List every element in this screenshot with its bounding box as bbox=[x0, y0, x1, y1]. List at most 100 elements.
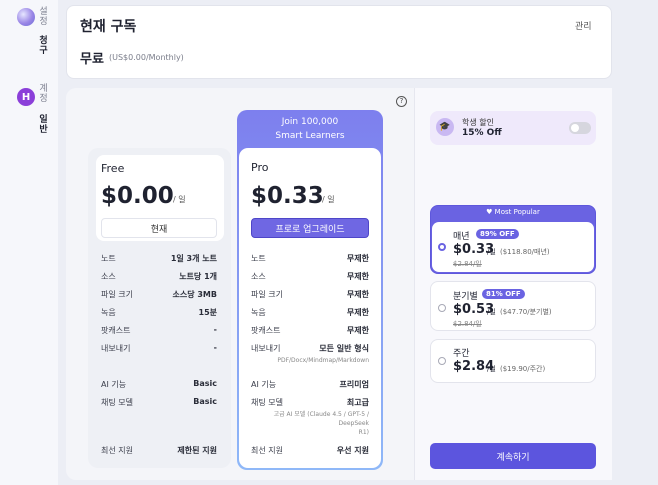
feature-row: 노트 1일 3개 노트 bbox=[101, 253, 217, 271]
feature-row: AI 기능 프리미엄 bbox=[251, 379, 369, 397]
feature-value: 무제한 bbox=[346, 290, 369, 299]
feature-row: 팟캐스트 - bbox=[101, 325, 217, 343]
graduation-cap-icon: 🎓 bbox=[436, 118, 454, 136]
sidebar bbox=[0, 0, 58, 485]
current-plan-button[interactable]: 현재 bbox=[101, 218, 217, 238]
student-discount-label: 학생 할인 bbox=[462, 118, 494, 127]
feature-value: 노트당 1개 bbox=[179, 272, 217, 281]
option-quarterly-original: $2.84/일 bbox=[453, 320, 482, 328]
feature-row: 파일 크기 소스당 3MB bbox=[101, 289, 217, 307]
most-popular-text: Most Popular bbox=[494, 208, 540, 216]
feature-label: 파일 크기 bbox=[101, 290, 133, 299]
feature-value: 우선 지원 bbox=[336, 446, 369, 455]
feature-label: 노트 bbox=[251, 254, 266, 263]
sidebar-account-label: 계정 bbox=[37, 83, 47, 103]
feature-label: 팟캐스트 bbox=[251, 326, 281, 335]
feature-value: 무제한 bbox=[346, 272, 369, 281]
free-plan-price: $0.00 bbox=[101, 183, 174, 209]
free-plan-name: Free bbox=[101, 162, 125, 175]
feature-value: 소스당 3MB bbox=[172, 290, 218, 299]
feature-value: 무제한 bbox=[346, 326, 369, 335]
free-support-row: 최선 지원 제한된 지원 bbox=[101, 445, 217, 456]
feature-row: 소스 무제한 bbox=[251, 271, 369, 289]
radio-weekly[interactable] bbox=[438, 357, 446, 365]
option-yearly-total: ($118.80/매년) bbox=[500, 248, 550, 256]
feature-value: Basic bbox=[193, 397, 217, 406]
option-weekly-name: 주간 bbox=[453, 349, 470, 359]
feature-value: 무제한 bbox=[346, 308, 369, 317]
option-quarterly-name: 분기별 bbox=[453, 292, 478, 302]
option-yearly-badge: 89% OFF bbox=[476, 229, 519, 239]
feature-row: 채팅 모델 최고급 bbox=[251, 397, 369, 410]
model-note-line2: R1) bbox=[358, 429, 369, 436]
sidebar-item-general[interactable]: 일반 bbox=[36, 114, 49, 134]
feature-value: Basic bbox=[193, 379, 217, 388]
model-note-line1: 고급 AI 모델 (Claude 4.5 / GPT-5 / DeepSeek bbox=[273, 411, 369, 427]
feature-label: 최선 지원 bbox=[251, 446, 283, 455]
feature-row: 팟캐스트 무제한 bbox=[251, 325, 369, 343]
option-quarterly-total: ($47.70/분기별) bbox=[500, 308, 552, 316]
feature-label: 파일 크기 bbox=[251, 290, 283, 299]
option-quarterly-unit: /일 bbox=[487, 308, 496, 316]
feature-row: 노트 무제한 bbox=[251, 253, 369, 271]
pro-ai-features: AI 기능 프리미엄 채팅 모델 최고급 고급 AI 모델 (Claude 4.5 … bbox=[251, 379, 369, 437]
feature-label: 팟캐스트 bbox=[101, 326, 131, 335]
radio-quarterly[interactable] bbox=[438, 304, 446, 312]
pro-plan-price: $0.33 bbox=[251, 183, 324, 209]
student-discount-value: 15% Off bbox=[462, 128, 502, 138]
feature-row: 채팅 모델 Basic bbox=[101, 397, 217, 415]
option-weekly-unit: /일 bbox=[487, 365, 496, 373]
student-discount-toggle[interactable] bbox=[569, 122, 591, 134]
feature-value: - bbox=[213, 325, 217, 334]
sidebar-settings-label: 설정 bbox=[37, 6, 47, 26]
option-yearly-unit: /일 bbox=[487, 248, 496, 256]
radio-yearly[interactable] bbox=[438, 243, 446, 251]
option-yearly-name: 매년 bbox=[453, 232, 470, 242]
export-formats-note: PDF/Docx/Mindmap/Markdown bbox=[277, 357, 369, 364]
feature-row: AI 기능 Basic bbox=[101, 379, 217, 397]
pro-support-row: 최선 지원 우선 지원 bbox=[251, 445, 369, 456]
upgrade-to-pro-button[interactable]: 프로로 업그레이드 bbox=[251, 218, 369, 238]
current-subscription-title: 현재 구독 bbox=[80, 19, 137, 35]
feature-label: 소스 bbox=[251, 272, 266, 281]
feature-label: 채팅 모델 bbox=[101, 398, 133, 407]
feature-value: 무제한 bbox=[346, 254, 369, 263]
avatar[interactable]: H bbox=[17, 88, 35, 106]
feature-row: 녹음 무제한 bbox=[251, 307, 369, 325]
feature-label: 녹음 bbox=[101, 308, 116, 317]
feature-value: 최고급 bbox=[346, 398, 369, 407]
feature-label: 노트 bbox=[101, 254, 116, 263]
feature-label: AI 기능 bbox=[101, 380, 127, 389]
pro-plan-unit: / 일 bbox=[322, 195, 335, 204]
feature-label: 최선 지원 bbox=[101, 446, 133, 455]
app-logo-icon[interactable] bbox=[17, 8, 35, 26]
pro-plan-name: Pro bbox=[251, 161, 269, 174]
feature-label: 내보내기 bbox=[251, 344, 281, 353]
feature-label: 내보내기 bbox=[101, 344, 131, 353]
manage-link[interactable]: 관리 bbox=[575, 19, 592, 32]
feature-label: 녹음 bbox=[251, 308, 266, 317]
pro-features-list: 노트 무제한 소스 무제한 파일 크기 무제한 녹음 무제한 팟캐스트 무제한 내보내기 모… bbox=[251, 253, 369, 364]
feature-label: AI 기능 bbox=[251, 380, 277, 389]
feature-row: 소스 노트당 1개 bbox=[101, 271, 217, 289]
feature-label: 채팅 모델 bbox=[251, 398, 283, 407]
pro-banner-line2: Smart Learners bbox=[275, 131, 345, 141]
feature-row: 파일 크기 무제한 bbox=[251, 289, 369, 307]
question-circle-icon[interactable]: ? bbox=[396, 96, 407, 107]
most-popular-label: ♥ Most Popular bbox=[430, 208, 596, 216]
free-features-list: 노트 1일 3개 노트 소스 노트당 1개 파일 크기 소스당 3MB 녹음 15분 팟… bbox=[101, 253, 217, 361]
continue-button[interactable]: 계속하기 bbox=[430, 443, 596, 469]
pro-banner-line1: Join 100,000 bbox=[281, 117, 339, 127]
current-plan-name: 무료 bbox=[80, 52, 104, 67]
free-ai-features: AI 기능 Basic 채팅 모델 Basic bbox=[101, 379, 217, 415]
current-plan-price: (US$0.00/Monthly) bbox=[109, 53, 184, 62]
feature-row: 내보내기 모든 일반 형식 bbox=[251, 343, 369, 357]
feature-value: 15분 bbox=[198, 308, 218, 317]
feature-value: 1일 3개 노트 bbox=[170, 254, 217, 263]
feature-value: 제한된 지원 bbox=[177, 446, 217, 455]
free-plan-unit: / 일 bbox=[173, 195, 186, 204]
feature-row: 녹음 15분 bbox=[101, 307, 217, 325]
feature-label: 소스 bbox=[101, 272, 116, 281]
current-subscription-card bbox=[66, 5, 612, 79]
sidebar-item-billing[interactable]: 청구 bbox=[36, 35, 49, 55]
